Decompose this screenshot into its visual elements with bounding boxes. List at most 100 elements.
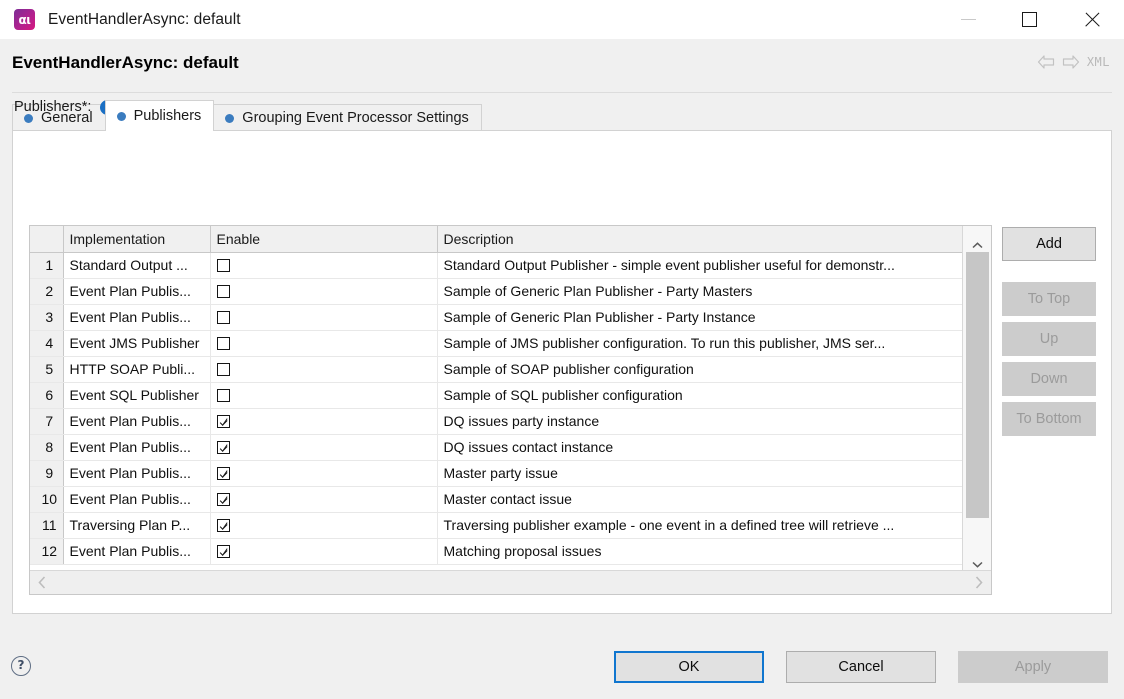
checkbox-unchecked-icon[interactable] bbox=[217, 337, 230, 350]
enable-cell[interactable] bbox=[210, 460, 437, 486]
forward-arrow-icon[interactable] bbox=[1062, 55, 1080, 69]
tab-publishers[interactable]: Publishers bbox=[105, 100, 215, 131]
horizontal-scrollbar[interactable] bbox=[30, 570, 991, 594]
enable-cell[interactable] bbox=[210, 434, 437, 460]
description-cell[interactable]: Standard Output Publisher - simple event… bbox=[437, 252, 962, 278]
table-row[interactable]: 3Event Plan Publis... Sample of Generic P… bbox=[30, 304, 962, 330]
scroll-down-button[interactable] bbox=[963, 545, 992, 571]
row-number-cell[interactable]: 12 bbox=[30, 538, 63, 564]
table-row[interactable]: 5HTTP SOAP Publi... Sample of SOAP publis… bbox=[30, 356, 962, 382]
row-number-cell[interactable]: 6 bbox=[30, 382, 63, 408]
description-cell[interactable]: Sample of SQL publisher configuration bbox=[437, 382, 962, 408]
window-title-bar[interactable]: αι EventHandlerAsync: default bbox=[0, 0, 1124, 39]
row-number-cell[interactable]: 4 bbox=[30, 330, 63, 356]
enable-cell[interactable] bbox=[210, 538, 437, 564]
checkbox-unchecked-icon[interactable] bbox=[217, 389, 230, 402]
row-number-cell[interactable]: 8 bbox=[30, 434, 63, 460]
row-number-cell[interactable]: 1 bbox=[30, 252, 63, 278]
checkbox-checked-icon[interactable] bbox=[217, 467, 230, 480]
scroll-up-button[interactable] bbox=[963, 226, 992, 252]
implementation-cell[interactable]: Standard Output ... bbox=[63, 252, 210, 278]
column-header-description[interactable]: Description bbox=[437, 226, 962, 252]
back-arrow-icon[interactable] bbox=[1037, 55, 1055, 69]
enable-cell[interactable] bbox=[210, 278, 437, 304]
implementation-cell[interactable]: Event Plan Publis... bbox=[63, 434, 210, 460]
enable-cell[interactable] bbox=[210, 512, 437, 538]
vertical-scroll-thumb[interactable] bbox=[966, 252, 989, 518]
checkbox-checked-icon[interactable] bbox=[217, 493, 230, 506]
table-row[interactable]: 8Event Plan Publis... DQ issues contact i… bbox=[30, 434, 962, 460]
implementation-cell[interactable]: HTTP SOAP Publi... bbox=[63, 356, 210, 382]
close-button[interactable] bbox=[1060, 0, 1124, 39]
chevron-left-icon[interactable] bbox=[38, 576, 46, 589]
description-cell[interactable]: Traversing publisher example - one event… bbox=[437, 512, 962, 538]
table-row[interactable]: 2Event Plan Publis... Sample of Generic P… bbox=[30, 278, 962, 304]
vertical-scrollbar[interactable] bbox=[962, 226, 991, 571]
row-number-cell[interactable]: 11 bbox=[30, 512, 63, 538]
description-cell[interactable]: Sample of JMS publisher configuration. T… bbox=[437, 330, 962, 356]
implementation-cell[interactable]: Event SQL Publisher bbox=[63, 382, 210, 408]
checkbox-checked-icon[interactable] bbox=[217, 545, 230, 558]
enable-cell[interactable] bbox=[210, 252, 437, 278]
table-row[interactable]: 12Event Plan Publis...Matching proposal … bbox=[30, 538, 962, 564]
description-cell[interactable]: Sample of SOAP publisher configuration bbox=[437, 356, 962, 382]
checkbox-unchecked-icon[interactable] bbox=[217, 285, 230, 298]
enable-cell[interactable] bbox=[210, 486, 437, 512]
column-header-implementation[interactable]: Implementation bbox=[63, 226, 210, 252]
checkbox-checked-icon[interactable] bbox=[217, 415, 230, 428]
table-row[interactable]: 11Traversing Plan P... Traversing publish… bbox=[30, 512, 962, 538]
checkbox-unchecked-icon[interactable] bbox=[217, 363, 230, 376]
checkbox-unchecked-icon[interactable] bbox=[217, 259, 230, 272]
description-cell[interactable]: Master contact issue bbox=[437, 486, 962, 512]
down-button[interactable]: Down bbox=[1002, 362, 1096, 396]
chevron-right-icon[interactable] bbox=[975, 576, 983, 589]
implementation-cell[interactable]: Event Plan Publis... bbox=[63, 460, 210, 486]
maximize-button[interactable] bbox=[998, 0, 1060, 39]
row-number-cell[interactable]: 3 bbox=[30, 304, 63, 330]
implementation-cell[interactable]: Traversing Plan P... bbox=[63, 512, 210, 538]
row-number-cell[interactable]: 10 bbox=[30, 486, 63, 512]
implementation-cell[interactable]: Event JMS Publisher bbox=[63, 330, 210, 356]
apply-button[interactable]: Apply bbox=[958, 651, 1108, 683]
implementation-cell[interactable]: Event Plan Publis... bbox=[63, 538, 210, 564]
ok-button[interactable]: OK bbox=[614, 651, 764, 683]
column-header-enable[interactable]: Enable bbox=[210, 226, 437, 252]
implementation-cell[interactable]: Event Plan Publis... bbox=[63, 486, 210, 512]
cancel-button[interactable]: Cancel bbox=[786, 651, 936, 683]
minimize-button[interactable] bbox=[938, 0, 998, 39]
up-button[interactable]: Up bbox=[1002, 322, 1096, 356]
description-cell[interactable]: Master party issue bbox=[437, 460, 962, 486]
description-cell[interactable]: Sample of Generic Plan Publisher - Party… bbox=[437, 304, 962, 330]
help-icon[interactable]: ? bbox=[11, 656, 31, 676]
table-row[interactable]: 4Event JMS Publisher Sample of JMS publis… bbox=[30, 330, 962, 356]
implementation-cell[interactable]: Event Plan Publis... bbox=[63, 278, 210, 304]
description-cell[interactable]: DQ issues contact instance bbox=[437, 434, 962, 460]
to-bottom-button[interactable]: To Bottom bbox=[1002, 402, 1096, 436]
table-row[interactable]: 10Event Plan Publis... Master contact iss… bbox=[30, 486, 962, 512]
implementation-cell[interactable]: Event Plan Publis... bbox=[63, 304, 210, 330]
tab-grouping-event-processor-settings[interactable]: Grouping Event Processor Settings bbox=[213, 104, 481, 131]
enable-cell[interactable] bbox=[210, 304, 437, 330]
add-button[interactable]: Add bbox=[1002, 227, 1096, 261]
checkbox-checked-icon[interactable] bbox=[217, 519, 230, 532]
enable-cell[interactable] bbox=[210, 408, 437, 434]
enable-cell[interactable] bbox=[210, 356, 437, 382]
xml-link[interactable]: XML bbox=[1087, 55, 1110, 69]
row-number-cell[interactable]: 5 bbox=[30, 356, 63, 382]
checkbox-unchecked-icon[interactable] bbox=[217, 311, 230, 324]
table-row[interactable]: 7Event Plan Publis... DQ issues party ins… bbox=[30, 408, 962, 434]
description-cell[interactable]: Sample of Generic Plan Publisher - Party… bbox=[437, 278, 962, 304]
table-row[interactable]: 9Event Plan Publis... Master party issue bbox=[30, 460, 962, 486]
checkbox-checked-icon[interactable] bbox=[217, 441, 230, 454]
table-row[interactable]: 6Event SQL Publisher Sample of SQL publis… bbox=[30, 382, 962, 408]
enable-cell[interactable] bbox=[210, 330, 437, 356]
column-header-row-number[interactable] bbox=[30, 226, 63, 252]
row-number-cell[interactable]: 7 bbox=[30, 408, 63, 434]
enable-cell[interactable] bbox=[210, 382, 437, 408]
implementation-cell[interactable]: Event Plan Publis... bbox=[63, 408, 210, 434]
to-top-button[interactable]: To Top bbox=[1002, 282, 1096, 316]
row-number-cell[interactable]: 2 bbox=[30, 278, 63, 304]
description-cell[interactable]: DQ issues party instance bbox=[437, 408, 962, 434]
row-number-cell[interactable]: 9 bbox=[30, 460, 63, 486]
table-row[interactable]: 1Standard Output ... Standard Output Publ… bbox=[30, 252, 962, 278]
